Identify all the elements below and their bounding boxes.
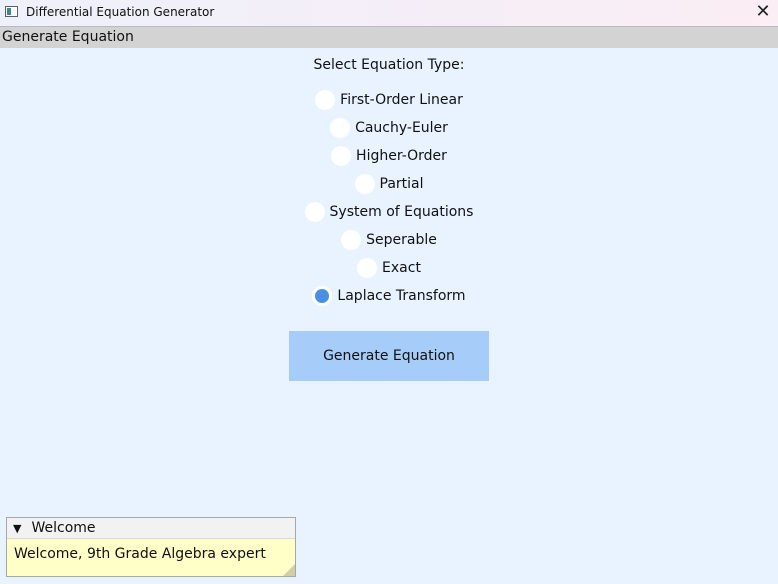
notification-title: Welcome [31, 520, 96, 536]
radio-button[interactable] [354, 174, 375, 194]
collapse-triangle-icon[interactable]: ▼ [13, 522, 21, 535]
notification-header[interactable]: ▼ Welcome [7, 518, 295, 539]
generate-equation-button[interactable]: Generate Equation [289, 331, 489, 381]
radio-label: Partial [379, 176, 424, 192]
notification-message: Welcome, 9th Grade Algebra expert [14, 546, 266, 562]
app-window-icon [5, 6, 18, 17]
radio-button[interactable] [330, 118, 351, 138]
radio-label: Seperable [366, 232, 437, 248]
radio-button[interactable] [315, 90, 336, 110]
radio-label: Exact [382, 260, 421, 276]
radio-first-order-linear[interactable]: First-Order Linear [0, 86, 778, 114]
radio-label: First-Order Linear [340, 92, 463, 108]
welcome-notification: ▼ Welcome Welcome, 9th Grade Algebra exp… [6, 517, 296, 577]
close-icon[interactable]: ✕ [752, 2, 774, 24]
radio-laplace-transform[interactable]: Laplace Transform [0, 282, 778, 310]
radio-label: System of Equations [329, 204, 474, 220]
window-title: Differential Equation Generator [26, 5, 215, 19]
radio-button[interactable] [304, 202, 325, 222]
radio-cauchy-euler[interactable]: Cauchy-Euler [0, 114, 778, 142]
radio-button[interactable] [341, 230, 362, 250]
menu-bar: Generate Equation [0, 27, 778, 48]
menu-item-generate-equation[interactable]: Generate Equation [2, 29, 134, 45]
title-bar: Differential Equation Generator ✕ [0, 0, 778, 27]
radio-label: Cauchy-Euler [355, 120, 448, 136]
radio-button-selected[interactable] [312, 286, 333, 306]
radio-partial[interactable]: Partial [0, 170, 778, 198]
radio-label: Higher-Order [356, 148, 447, 164]
radio-higher-order[interactable]: Higher-Order [0, 142, 778, 170]
radio-system-of-equations[interactable]: System of Equations [0, 198, 778, 226]
radio-button[interactable] [331, 146, 352, 166]
equation-type-radio-group: First-Order Linear Cauchy-Euler Higher-O… [0, 86, 778, 310]
radio-seperable[interactable]: Seperable [0, 226, 778, 254]
resize-grip-icon[interactable] [283, 564, 295, 576]
radio-button[interactable] [357, 258, 378, 278]
equation-type-heading: Select Equation Type: [313, 57, 465, 73]
radio-label: Laplace Transform [337, 288, 466, 304]
radio-exact[interactable]: Exact [0, 254, 778, 282]
